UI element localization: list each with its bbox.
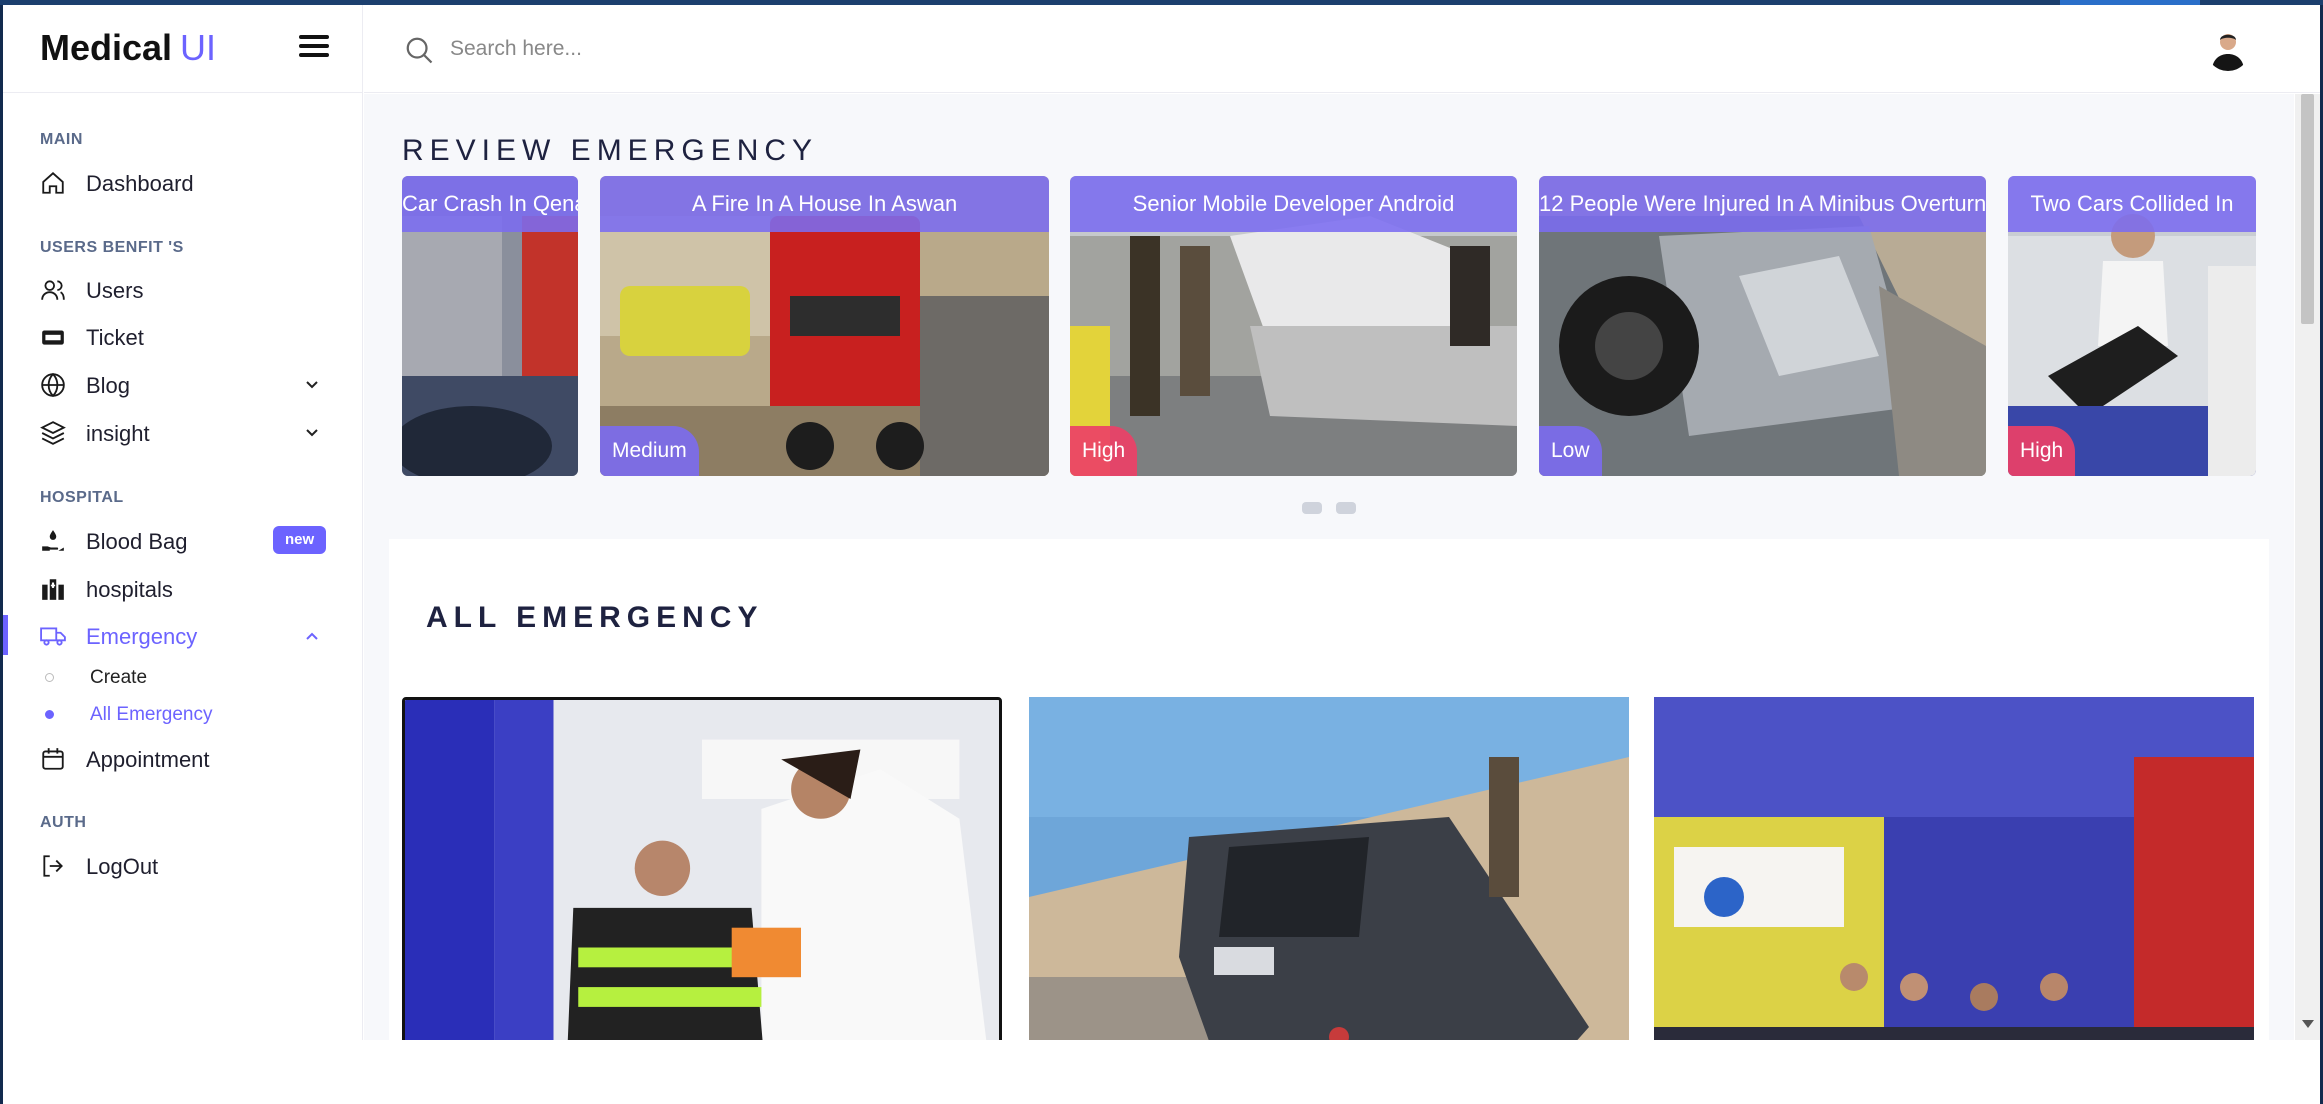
sidebar-subitem-all-emergency[interactable]: All Emergency xyxy=(3,699,363,729)
calendar-icon xyxy=(42,748,64,770)
carousel-slide[interactable]: Senior Mobile Developer Android High xyxy=(1070,176,1517,476)
ticket-icon xyxy=(42,330,64,345)
sidebar-item-label: hospitals xyxy=(86,577,173,602)
section-label-auth: AUTH xyxy=(40,814,87,831)
sidebar-item-appointment[interactable]: Appointment xyxy=(3,738,363,778)
sidebar-item-label: Emergency xyxy=(86,624,198,649)
chevron-up-icon xyxy=(306,632,318,640)
scrollbar-thumb[interactable] xyxy=(2301,94,2314,324)
layers-icon xyxy=(40,421,66,445)
menu-toggle-icon[interactable] xyxy=(299,35,329,61)
carousel-slide[interactable]: A Fire In A House In Aswan Medium xyxy=(600,176,1049,476)
sidebar-item-label: Appointment xyxy=(86,747,210,772)
all-emergency-title: ALL EMERGENCY xyxy=(426,601,764,634)
search-icon[interactable] xyxy=(404,35,434,65)
carousel-slide[interactable]: Two Cars Collided In High xyxy=(2008,176,2256,476)
logout-icon xyxy=(43,855,63,877)
slide-caption: 12 People Were Injured In A Minibus Over… xyxy=(1539,176,1986,232)
bullet-icon xyxy=(45,673,54,682)
slide-caption: A Fire In A House In Aswan xyxy=(600,176,1049,232)
sidebar-item-ticket[interactable]: Ticket xyxy=(3,316,363,356)
sidebar-item-label: Users xyxy=(86,278,144,303)
sidebar-item-label: insight xyxy=(86,421,150,446)
app-window: Medical UI MAIN Dashboard USERS BENFIT 'S… xyxy=(3,5,2320,1104)
page-scrollbar[interactable] xyxy=(2295,94,2320,1104)
slide-caption: Senior Mobile Developer Android xyxy=(1070,176,1517,232)
carousel-dot[interactable] xyxy=(1336,502,1356,514)
sidebar-item-label: Blog xyxy=(86,373,131,398)
section-label-hospital: HOSPITAL xyxy=(40,489,124,506)
sidebar-item-label: Dashboard xyxy=(86,171,194,196)
avatar-image xyxy=(2206,27,2250,71)
carousel-slide[interactable]: Car Crash In Qena xyxy=(402,176,578,476)
scroll-down-icon[interactable] xyxy=(2302,1020,2314,1028)
globe-icon xyxy=(41,372,65,398)
sidebar: Medical UI MAIN Dashboard USERS BENFIT 'S… xyxy=(3,5,363,1104)
section-label-main: MAIN xyxy=(40,131,83,148)
sidebar-subitem-label: Create xyxy=(90,667,148,688)
brand-suffix: UI xyxy=(180,27,217,68)
building-icon xyxy=(42,579,64,600)
sidebar-subitem-create[interactable]: Create xyxy=(3,662,363,692)
chevron-down-icon xyxy=(306,429,318,437)
all-emergency-panel: ALL EMERGENCY xyxy=(389,539,2269,1104)
section-label-users: USERS BENFIT 'S xyxy=(40,239,184,256)
sidebar-item-emergency[interactable]: Emergency xyxy=(3,615,363,655)
new-badge: new xyxy=(273,526,327,554)
main-content: REVIEW EMERGENCY Car Crash In Qena A Fir… xyxy=(364,94,2294,1104)
sidebar-item-logout[interactable]: LogOut xyxy=(3,845,363,885)
user-avatar[interactable] xyxy=(2206,27,2250,71)
brand-name: Medical xyxy=(40,27,173,68)
severity-badge: High xyxy=(1070,426,1138,476)
sidebar-item-users[interactable]: Users xyxy=(3,269,363,309)
sidebar-item-dashboard[interactable]: Dashboard xyxy=(3,162,363,202)
slide-caption: Car Crash In Qena xyxy=(402,176,578,232)
severity-badge: Low xyxy=(1539,426,1602,476)
carousel-slide[interactable]: 12 People Were Injured In A Minibus Over… xyxy=(1539,176,1986,476)
brand-logo[interactable]: Medical UI xyxy=(40,27,216,69)
sidebar-subitem-label: All Emergency xyxy=(90,704,213,725)
bullet-icon xyxy=(45,710,54,719)
sidebar-item-label: Blood Bag xyxy=(86,529,188,554)
carousel-dot[interactable] xyxy=(1302,502,1322,514)
sidebar-item-label: LogOut xyxy=(86,854,159,879)
search-input[interactable] xyxy=(450,29,1150,69)
severity-badge: Medium xyxy=(600,426,699,476)
page-footer-area xyxy=(3,1040,2320,1104)
hand-drop-icon xyxy=(42,530,64,551)
active-indicator xyxy=(3,615,8,655)
carousel-pagination xyxy=(1302,501,1370,519)
review-emergency-title: REVIEW EMERGENCY xyxy=(402,134,819,167)
sidebar-item-hospitals[interactable]: hospitals xyxy=(3,568,363,608)
top-header xyxy=(364,5,2320,93)
sidebar-item-insight[interactable]: insight xyxy=(3,412,363,452)
brand-header: Medical UI xyxy=(3,5,363,93)
sidebar-item-blood-bag[interactable]: Blood Bag new xyxy=(3,520,363,560)
sidebar-item-blog[interactable]: Blog xyxy=(3,364,363,404)
chevron-down-icon xyxy=(306,381,318,389)
review-carousel[interactable]: Car Crash In Qena A Fire In A House In A… xyxy=(402,176,2256,476)
users-icon xyxy=(41,280,65,300)
slide-caption: Two Cars Collided In xyxy=(2008,176,2256,232)
home-icon xyxy=(42,172,64,194)
sidebar-item-label: Ticket xyxy=(86,325,144,350)
truck-icon xyxy=(40,627,66,646)
severity-badge: High xyxy=(2008,426,2076,476)
